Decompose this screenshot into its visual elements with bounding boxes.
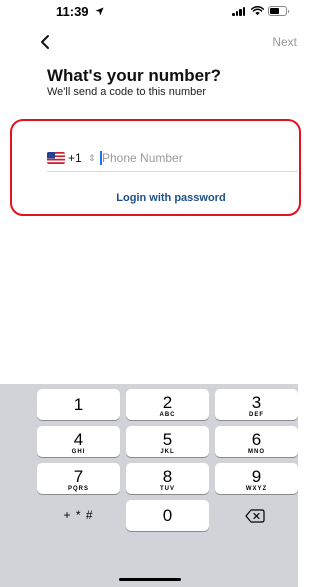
status-bar: 11:39 bbox=[0, 0, 298, 26]
time-label: 11:39 bbox=[56, 4, 89, 19]
us-flag-icon[interactable] bbox=[47, 152, 65, 164]
symbols-key[interactable]: + * # bbox=[37, 500, 120, 531]
wifi-icon bbox=[251, 6, 264, 16]
cellular-signal-icon bbox=[232, 7, 246, 16]
key-4[interactable]: 4 GHI bbox=[37, 426, 120, 457]
key-7[interactable]: 7 PQRS bbox=[37, 463, 120, 494]
backspace-key[interactable] bbox=[215, 500, 298, 531]
country-selector-chevron-icon[interactable]: ⇕ bbox=[88, 152, 96, 164]
key-0[interactable]: 0 bbox=[126, 500, 209, 531]
back-chevron-icon[interactable] bbox=[38, 34, 52, 50]
key-6[interactable]: 6 MNO bbox=[215, 426, 298, 457]
page-title: What's your number? bbox=[47, 66, 222, 85]
next-button[interactable]: Next bbox=[254, 35, 298, 49]
location-arrow-icon bbox=[95, 7, 104, 16]
key-5[interactable]: 5 JKL bbox=[126, 426, 209, 457]
key-2[interactable]: 2 ABC bbox=[126, 389, 209, 420]
key-8[interactable]: 8 TUV bbox=[126, 463, 209, 494]
phone-number-input[interactable] bbox=[102, 149, 292, 167]
home-indicator bbox=[119, 578, 181, 581]
login-with-password-link[interactable]: Login with password bbox=[0, 192, 298, 204]
page-subtitle: We'll send a code to this number bbox=[47, 86, 207, 98]
country-code[interactable]: +1 bbox=[68, 151, 82, 165]
key-9[interactable]: 9 WXYZ bbox=[215, 463, 298, 494]
battery-icon bbox=[268, 6, 289, 16]
backspace-icon bbox=[245, 509, 265, 523]
phone-input-row: +1 ⇕ bbox=[47, 145, 298, 172]
status-time: 11:39 bbox=[56, 4, 104, 19]
key-3[interactable]: 3 DEF bbox=[215, 389, 298, 420]
key-1[interactable]: 1 bbox=[37, 389, 120, 420]
numeric-keypad: 1 2 ABC 3 DEF 4 GHI 5 JKL 6 MNO 7 PQRS 8 TUV 9W… bbox=[0, 384, 298, 587]
